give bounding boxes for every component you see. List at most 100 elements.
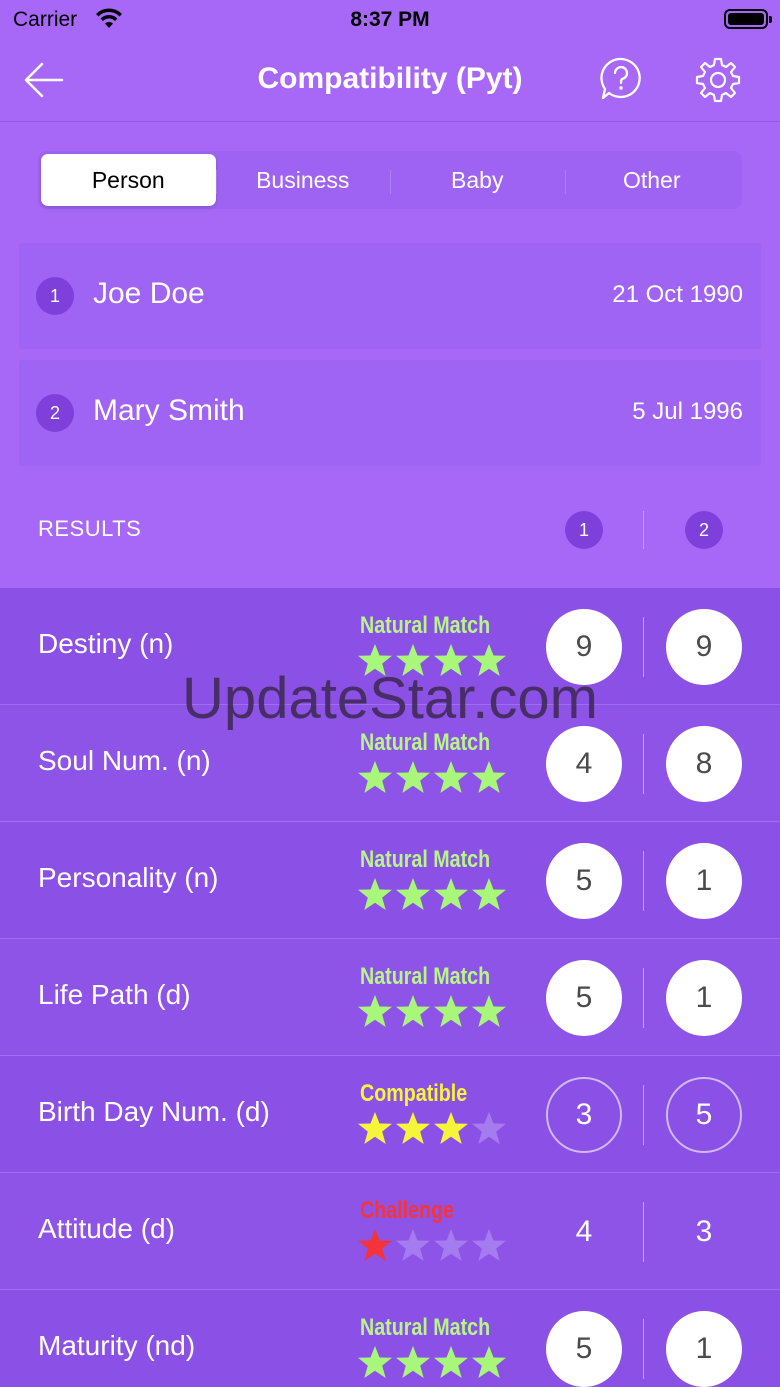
person-card-1[interactable]: 1 Joe Doe 21 Oct 1990 <box>19 243 761 349</box>
person-birth-date: 5 Jul 1996 <box>632 398 743 425</box>
person-name: Joe Doe <box>93 277 205 310</box>
result-row[interactable]: Destiny (n) Natural Match 9 9 <box>0 588 780 705</box>
person-1-number: 5 <box>546 1311 622 1387</box>
person-2-number: 9 <box>666 609 742 685</box>
result-label: Soul Num. (n) <box>38 745 211 776</box>
person-2-number: 1 <box>666 960 742 1036</box>
star-empty-icon <box>471 1228 507 1262</box>
result-row[interactable]: Birth Day Num. (d) Compatible 3 5 <box>0 1056 780 1173</box>
star-filled-icon <box>357 1228 393 1262</box>
star-rating <box>357 1228 507 1262</box>
star-filled-icon <box>395 877 431 911</box>
result-row[interactable]: Attitude (d) Challenge 4 3 <box>0 1173 780 1290</box>
tab-business[interactable]: Business <box>215 154 391 206</box>
star-filled-icon <box>471 877 507 911</box>
person-2-number: 8 <box>666 726 742 802</box>
star-rating <box>357 760 507 794</box>
column-badge-1: 1 <box>565 511 603 549</box>
person-1-number: 5 <box>546 843 622 919</box>
person-2-number: 1 <box>666 843 742 919</box>
results-label: RESULTS <box>38 516 142 541</box>
match-rating-text: Natural Match <box>360 612 491 639</box>
battery-icon <box>724 9 772 29</box>
results-list: Destiny (n) Natural Match 9 9 Soul Num. (n) N… <box>0 588 780 1387</box>
column-divider <box>643 851 644 911</box>
result-label: Birth Day Num. (d) <box>38 1096 270 1127</box>
star-rating <box>357 1345 507 1379</box>
star-filled-icon <box>433 1345 469 1379</box>
result-label: Attitude (d) <box>38 1213 175 1244</box>
star-filled-icon <box>357 1345 393 1379</box>
star-filled-icon <box>433 877 469 911</box>
star-filled-icon <box>433 1111 469 1145</box>
star-filled-icon <box>395 760 431 794</box>
star-filled-icon <box>471 1345 507 1379</box>
help-bubble-icon[interactable] <box>598 56 644 102</box>
star-filled-icon <box>357 877 393 911</box>
star-rating <box>357 1111 507 1145</box>
person-1-number: 4 <box>546 726 622 802</box>
gear-icon[interactable] <box>694 56 742 104</box>
star-filled-icon <box>471 760 507 794</box>
star-filled-icon <box>395 994 431 1028</box>
tab-baby[interactable]: Baby <box>390 154 565 206</box>
tab-person[interactable]: Person <box>41 154 216 206</box>
star-filled-icon <box>433 760 469 794</box>
star-filled-icon <box>471 643 507 677</box>
person-1-number: 4 <box>575 1215 593 1248</box>
tab-other[interactable]: Other <box>564 154 740 206</box>
star-filled-icon <box>357 760 393 794</box>
person-1-number: 9 <box>546 609 622 685</box>
star-rating <box>357 877 507 911</box>
person-card-2[interactable]: 2 Mary Smith 5 Jul 1996 <box>19 360 761 466</box>
person-2-number: 1 <box>666 1311 742 1387</box>
column-divider <box>643 1319 644 1379</box>
page-title: Compatibility (Pyt) <box>257 62 523 95</box>
star-filled-icon <box>357 994 393 1028</box>
person-birth-date: 21 Oct 1990 <box>612 281 743 308</box>
segmented-control: Person Business Baby Other <box>38 151 742 209</box>
match-rating-text: Compatible <box>360 1080 468 1107</box>
column-divider <box>643 617 644 677</box>
person-index-badge: 2 <box>36 394 74 432</box>
person-2-number: 3 <box>695 1215 713 1248</box>
match-rating-text: Natural Match <box>360 1314 491 1341</box>
match-rating-text: Natural Match <box>360 729 491 756</box>
column-divider <box>643 734 644 794</box>
result-row[interactable]: Life Path (d) Natural Match 5 1 <box>0 939 780 1056</box>
results-header: RESULTS 1 2 <box>0 500 780 560</box>
star-filled-icon <box>395 643 431 677</box>
star-filled-icon <box>357 643 393 677</box>
star-empty-icon <box>433 1228 469 1262</box>
match-rating-text: Challenge <box>360 1197 455 1224</box>
column-divider <box>643 511 644 549</box>
column-divider <box>643 1202 644 1262</box>
clock: 8:37 PM <box>350 8 430 31</box>
result-label: Destiny (n) <box>38 628 174 659</box>
star-empty-icon <box>395 1228 431 1262</box>
star-empty-icon <box>471 1111 507 1145</box>
person-1-number: 5 <box>546 960 622 1036</box>
person-name: Mary Smith <box>93 394 245 427</box>
result-label: Personality (n) <box>38 862 219 893</box>
column-divider <box>643 968 644 1028</box>
star-filled-icon <box>433 994 469 1028</box>
status-bar: Carrier 8:37 PM <box>0 0 780 40</box>
result-label: Maturity (nd) <box>38 1330 196 1361</box>
match-rating-text: Natural Match <box>360 846 491 873</box>
star-filled-icon <box>433 643 469 677</box>
column-divider <box>643 1085 644 1145</box>
result-row[interactable]: Maturity (nd) Natural Match 5 1 <box>0 1290 780 1387</box>
star-filled-icon <box>471 994 507 1028</box>
column-badge-2: 2 <box>685 511 723 549</box>
result-label: Life Path (d) <box>38 979 191 1010</box>
person-index-badge: 1 <box>36 277 74 315</box>
navigation-bar: Compatibility (Pyt) <box>0 40 780 122</box>
person-2-number: 5 <box>666 1077 742 1153</box>
star-filled-icon <box>395 1345 431 1379</box>
result-row[interactable]: Personality (n) Natural Match 5 1 <box>0 822 780 939</box>
person-1-number: 3 <box>546 1077 622 1153</box>
star-filled-icon <box>395 1111 431 1145</box>
result-row[interactable]: Soul Num. (n) Natural Match 4 8 <box>0 705 780 822</box>
star-filled-icon <box>357 1111 393 1145</box>
